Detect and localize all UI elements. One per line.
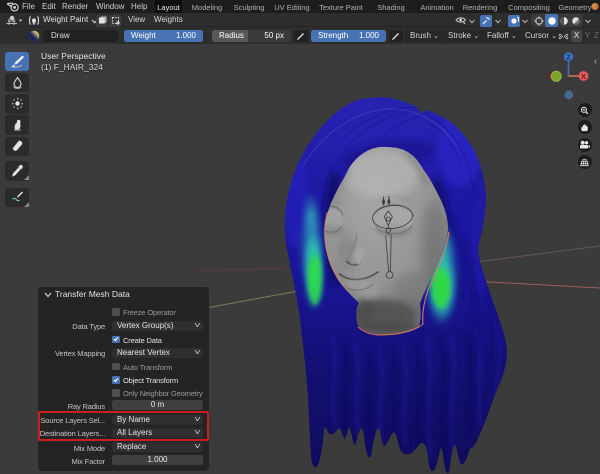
svg-text:X: X bbox=[581, 72, 586, 81]
svg-text:Z: Z bbox=[566, 55, 571, 62]
